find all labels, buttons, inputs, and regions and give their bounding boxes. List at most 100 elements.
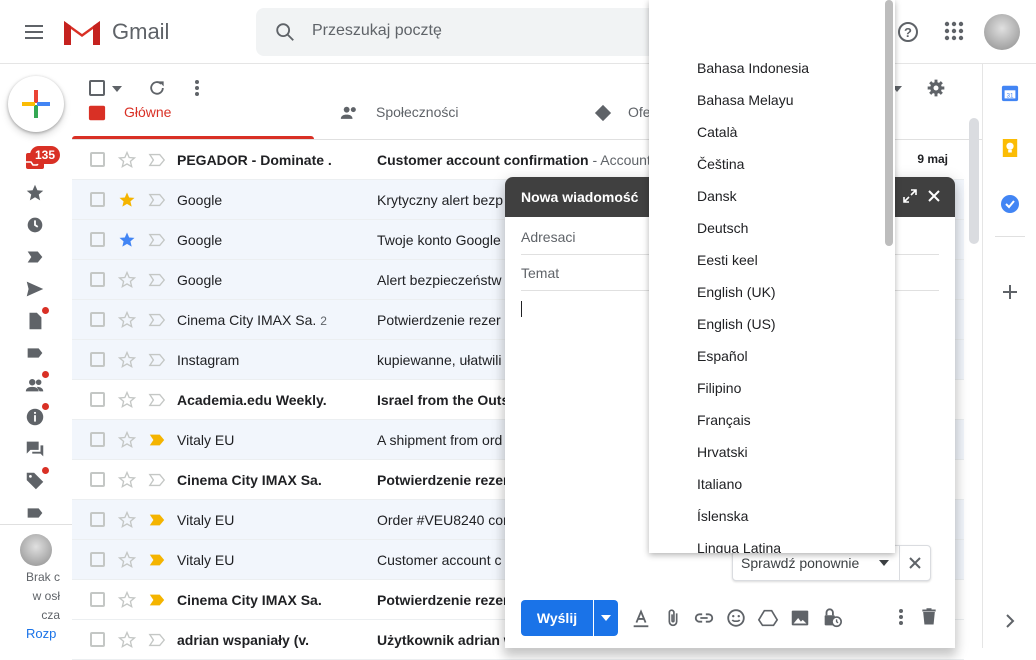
row-checkbox[interactable] <box>90 592 105 607</box>
tasks-icon[interactable] <box>1000 194 1020 214</box>
chevron-right-icon[interactable] <box>1005 614 1015 628</box>
trash-icon[interactable] <box>919 607 939 627</box>
confidential-mode-icon[interactable] <box>821 607 843 629</box>
row-checkbox[interactable] <box>90 272 105 287</box>
language-option[interactable]: Bahasa Melayu <box>697 92 794 108</box>
select-menu-icon[interactable] <box>112 86 122 92</box>
nav-starred[interactable] <box>24 182 46 204</box>
hangouts-avatar[interactable] <box>20 534 52 566</box>
hangouts-start-link[interactable]: Rozp <box>26 626 56 641</box>
row-checkbox[interactable] <box>90 472 105 487</box>
language-option[interactable]: Bahasa Indonesia <box>697 60 809 76</box>
star-icon[interactable] <box>117 630 137 650</box>
send-options-button[interactable] <box>594 600 618 636</box>
gmail-logo[interactable]: Gmail <box>62 14 182 50</box>
language-option[interactable]: Italiano <box>697 476 742 492</box>
nav-snoozed[interactable] <box>24 214 46 236</box>
important-marker-icon[interactable] <box>148 432 166 448</box>
language-option[interactable]: English (US) <box>697 316 776 332</box>
more-vert-icon[interactable] <box>898 607 904 627</box>
important-marker-icon[interactable] <box>148 512 166 528</box>
row-checkbox[interactable] <box>90 312 105 327</box>
language-option[interactable]: Eesti keel <box>697 252 758 268</box>
row-checkbox[interactable] <box>90 352 105 367</box>
row-checkbox[interactable] <box>90 432 105 447</box>
language-option[interactable]: English (UK) <box>697 284 776 300</box>
search-icon[interactable] <box>274 21 296 43</box>
nav-label[interactable] <box>24 342 46 364</box>
language-option[interactable]: Català <box>697 124 737 140</box>
star-icon[interactable] <box>117 230 137 250</box>
language-menu-scrollbar[interactable] <box>885 0 893 246</box>
star-icon[interactable] <box>117 430 137 450</box>
chevron-down-icon[interactable] <box>879 560 889 566</box>
language-option[interactable]: Čeština <box>697 156 744 172</box>
compose-button[interactable] <box>8 76 64 132</box>
star-icon[interactable] <box>117 590 137 610</box>
emoji-icon[interactable] <box>725 607 747 629</box>
star-icon[interactable] <box>117 390 137 410</box>
search-input[interactable]: Przeszukaj pocztę <box>312 22 442 40</box>
star-icon[interactable] <box>117 470 137 490</box>
row-checkbox[interactable] <box>90 632 105 647</box>
row-checkbox[interactable] <box>90 392 105 407</box>
nav-updates[interactable] <box>24 403 49 428</box>
important-marker-icon[interactable] <box>148 392 166 408</box>
language-option[interactable]: Filipino <box>697 380 741 396</box>
language-option[interactable]: Lingua Latina <box>697 540 781 553</box>
close-icon[interactable] <box>927 189 941 203</box>
apps-grid-icon[interactable] <box>943 20 965 42</box>
star-icon[interactable] <box>117 350 137 370</box>
drive-icon[interactable] <box>757 607 779 629</box>
language-option[interactable]: Français <box>697 412 751 428</box>
tab-social[interactable]: Społeczności <box>336 96 578 139</box>
important-marker-icon[interactable] <box>148 632 166 648</box>
important-marker-icon[interactable] <box>148 552 166 568</box>
important-marker-icon[interactable] <box>148 312 166 328</box>
row-checkbox[interactable] <box>90 552 105 567</box>
formatting-icon[interactable] <box>630 607 652 629</box>
add-addon-icon[interactable] <box>1002 284 1018 300</box>
link-icon[interactable] <box>693 607 715 629</box>
row-checkbox[interactable] <box>90 152 105 167</box>
row-checkbox[interactable] <box>90 512 105 527</box>
keep-icon[interactable] <box>1001 138 1019 158</box>
select-all-checkbox[interactable] <box>89 80 105 96</box>
important-marker-icon[interactable] <box>148 272 166 288</box>
calendar-icon[interactable]: 31 <box>1001 84 1019 102</box>
star-icon[interactable] <box>117 550 137 570</box>
nav-forums[interactable] <box>24 438 46 460</box>
recheck-button[interactable]: Sprawdź ponownie <box>741 555 859 571</box>
star-icon[interactable] <box>117 310 137 330</box>
row-checkbox[interactable] <box>90 232 105 247</box>
important-marker-icon[interactable] <box>148 192 166 208</box>
main-menu-button[interactable] <box>22 20 46 44</box>
important-marker-icon[interactable] <box>148 152 166 168</box>
account-avatar[interactable] <box>984 14 1020 50</box>
nav-drafts[interactable] <box>24 307 49 332</box>
language-option[interactable]: Deutsch <box>697 220 748 236</box>
send-button[interactable]: Wyślij <box>521 600 593 636</box>
attach-icon[interactable] <box>662 607 684 629</box>
nav-sent[interactable] <box>24 278 46 300</box>
mail-list-scrollbar[interactable] <box>969 118 979 244</box>
help-icon[interactable]: ? <box>896 20 920 44</box>
important-marker-icon[interactable] <box>148 352 166 368</box>
nav-promotions[interactable] <box>24 467 49 492</box>
more-vert-icon[interactable] <box>194 78 200 98</box>
star-icon[interactable] <box>117 190 137 210</box>
gear-icon[interactable] <box>926 78 946 98</box>
refresh-icon[interactable] <box>147 78 167 98</box>
language-option[interactable]: Íslenska <box>697 508 748 524</box>
row-checkbox[interactable] <box>90 192 105 207</box>
important-marker-icon[interactable] <box>148 232 166 248</box>
language-option[interactable]: Hrvatski <box>697 444 748 460</box>
important-marker-icon[interactable] <box>148 592 166 608</box>
nav-label-2[interactable] <box>24 502 46 524</box>
important-marker-icon[interactable] <box>148 472 166 488</box>
nav-social[interactable] <box>24 371 49 396</box>
expand-icon[interactable] <box>903 189 917 203</box>
star-icon[interactable] <box>117 510 137 530</box>
tab-primary[interactable]: Główne <box>72 96 314 139</box>
star-icon[interactable] <box>117 270 137 290</box>
